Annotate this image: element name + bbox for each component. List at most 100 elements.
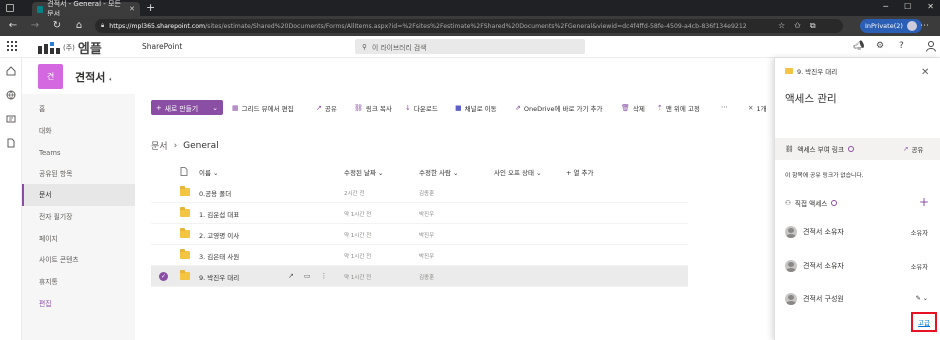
selected-check-icon[interactable]: ✓ <box>159 272 168 281</box>
column-header-signoff[interactable]: 사인 오프 상태 ⌄ <box>494 167 542 177</box>
search-box[interactable]: ⚲ 이 라이브러리 검색 <box>355 39 585 54</box>
row-modified-by[interactable]: 김종훈 <box>419 273 434 281</box>
panel-share-button[interactable]: ↗ 공유 <box>903 144 923 154</box>
clear-selection-button[interactable]: ✕ 1개 <box>748 103 767 113</box>
home-rail-icon[interactable] <box>6 66 16 76</box>
advanced-link-button[interactable]: 고급 <box>911 312 937 332</box>
info-icon[interactable] <box>831 200 838 206</box>
grid-edit-button[interactable]: ▦ 그리드 뷰에서 편집 <box>232 103 294 113</box>
share-button[interactable]: ↗ 공유 <box>316 103 337 113</box>
megaphone-icon[interactable]: 📣︎ <box>853 41 864 51</box>
nav-item-home[interactable]: 홈 <box>22 98 135 120</box>
advanced-link-label[interactable]: 고급 <box>918 317 930 327</box>
nav-item-documents[interactable]: 문서 <box>22 184 135 206</box>
table-row[interactable]: 3. 김은태 사원 약 1시간 전 박진우 <box>151 245 688 266</box>
row-name[interactable]: 2. 고영명 이사 <box>199 230 239 240</box>
help-icon[interactable]: ? <box>899 41 904 51</box>
collections-icon[interactable]: ⧉ <box>810 19 816 33</box>
favorites-icon[interactable]: ✩ <box>794 19 801 33</box>
direct-access-label: 직접 액세스 <box>794 200 828 208</box>
speaker-icon[interactable]: 🔈︎ <box>109 76 113 83</box>
search-input[interactable]: 이 라이브러리 검색 <box>372 42 426 52</box>
back-icon[interactable]: ← <box>6 19 20 32</box>
row-modified: 2시간 전 <box>344 191 365 197</box>
app-launcher-icon[interactable] <box>7 41 17 51</box>
column-header-modified-by[interactable]: 수정한 사람 ⌄ <box>419 167 458 177</box>
nav-item-notebook[interactable]: 전자 필기장 <box>22 206 135 228</box>
row-name[interactable]: 0.공용 폴더 <box>199 188 231 198</box>
row-modified-by[interactable]: 박진우 <box>419 210 434 218</box>
row-modified: 약 1시간 전 <box>344 254 372 260</box>
nav-item-recycle-bin[interactable]: 휴지통 <box>22 271 135 293</box>
site-title[interactable]: 견적서 <box>75 71 105 84</box>
download-button[interactable]: ↓ 다운로드 <box>405 103 438 113</box>
add-column-button[interactable]: + 열 추가 <box>566 167 594 177</box>
panel-item-name: 9. 박진우 대리 <box>785 66 837 76</box>
account-icon[interactable] <box>925 40 937 52</box>
row-name[interactable]: 9. 박진우 대리 <box>199 272 239 282</box>
window-menu-icon[interactable] <box>6 4 14 12</box>
copy-link-button[interactable]: ⛓ 링크 복사 <box>354 103 392 113</box>
close-window-icon[interactable]: ✕ <box>927 2 934 11</box>
table-row-selected[interactable]: ✓ 9. 박진우 대리 ↗ ▭ ⋮ 약 1시간 전 김종훈 <box>151 266 688 287</box>
column-header-modified[interactable]: 수정된 날짜 ⌄ <box>344 167 383 177</box>
company-logo[interactable]: (주) 엠플 <box>38 38 102 57</box>
file-icon[interactable] <box>6 138 16 148</box>
access-role[interactable]: 소유자 <box>911 228 928 237</box>
move-to-channel-button[interactable]: ■ 채널로 이동 <box>455 103 497 113</box>
access-entry[interactable]: 견적서 구성원 <box>785 293 844 305</box>
new-button[interactable]: + 새로 만들기 ⌄ <box>151 100 223 115</box>
forward-icon[interactable]: → <box>28 19 42 32</box>
inprivate-badge[interactable]: InPrivate(2) <box>860 19 922 33</box>
nav-item-teams[interactable]: Teams <box>22 142 135 164</box>
row-more-icon[interactable]: ⋮ <box>321 272 328 280</box>
grid-icon: ▦ <box>232 104 239 112</box>
row-details-icon[interactable]: ▭ <box>304 272 311 280</box>
file-type-header-icon[interactable] <box>180 167 188 176</box>
table-row[interactable]: 1. 김운섭 대표 약 1시간 전 박진우 <box>151 203 688 224</box>
info-icon[interactable] <box>848 146 855 152</box>
row-share-icon[interactable]: ↗ <box>288 272 294 280</box>
table-row[interactable]: 0.공용 폴더 2시간 전 김종훈 <box>151 182 688 203</box>
nav-edit-link[interactable]: 편집 <box>22 293 135 315</box>
maximize-icon[interactable]: ☐ <box>904 2 911 11</box>
delete-button[interactable]: 🗑︎ 삭제 <box>621 103 645 113</box>
access-role-editor[interactable]: ✎ ⌄ <box>915 295 928 302</box>
add-access-button[interactable]: + <box>919 195 929 209</box>
tab-close-icon[interactable]: ✕ <box>129 5 135 13</box>
row-modified-by[interactable]: 김종훈 <box>419 189 434 197</box>
minimize-icon[interactable]: ─ <box>883 2 888 11</box>
pin-to-top-button[interactable]: ⇡ 맨 위에 고정 <box>657 103 700 113</box>
news-icon[interactable] <box>6 114 16 124</box>
panel-close-icon[interactable]: ✕ <box>921 67 929 78</box>
refresh-icon[interactable]: ↻ <box>50 19 64 32</box>
app-name[interactable]: SharePoint <box>142 42 182 51</box>
row-modified-by[interactable]: 박진우 <box>419 231 434 239</box>
star-icon[interactable]: ☆ <box>778 19 785 33</box>
site-logo[interactable]: 견 <box>38 64 63 89</box>
row-name[interactable]: 1. 김운섭 대표 <box>199 209 239 219</box>
row-modified-by[interactable]: 박진우 <box>419 252 434 260</box>
more-commands-icon[interactable]: ⋯ <box>721 103 728 111</box>
new-tab-button[interactable]: + <box>146 2 155 14</box>
add-onedrive-shortcut-button[interactable]: ⇗ OneDrive에 바로 가기 추가 <box>515 103 603 113</box>
browser-tab[interactable]: 견적서 - General - 모든 문서 ✕ <box>32 0 140 18</box>
home-icon[interactable]: ⌂ <box>72 19 86 32</box>
breadcrumb-root[interactable]: 문서 <box>151 139 168 152</box>
access-entry[interactable]: 견적서 소유자 <box>785 260 844 272</box>
globe-icon[interactable] <box>6 90 16 100</box>
nav-item-pages[interactable]: 페이지 <box>22 228 135 250</box>
nav-item-site-contents[interactable]: 사이트 콘텐츠 <box>22 249 135 271</box>
row-name[interactable]: 3. 김은태 사원 <box>199 251 239 261</box>
nav-item-conversations[interactable]: 대화 <box>22 120 135 142</box>
access-role[interactable]: 소유자 <box>911 262 928 271</box>
breadcrumb-current[interactable]: General <box>183 141 218 151</box>
column-header-name[interactable]: 이름 ⌄ <box>199 167 218 177</box>
breadcrumb: 문서 › General <box>151 139 219 153</box>
settings-icon[interactable]: ⚙ <box>876 41 884 51</box>
table-row[interactable]: 2. 고영명 이사 약 1시간 전 박진우 <box>151 224 688 245</box>
browser-menu-icon[interactable]: ⋯ <box>920 19 929 33</box>
nav-item-shared[interactable]: 공유된 항목 <box>22 163 135 185</box>
access-entry[interactable]: 견적서 소유자 <box>785 226 844 238</box>
address-bar[interactable]: 🔒︎ https://mpl365.sharepoint.com/sites/e… <box>95 19 843 33</box>
